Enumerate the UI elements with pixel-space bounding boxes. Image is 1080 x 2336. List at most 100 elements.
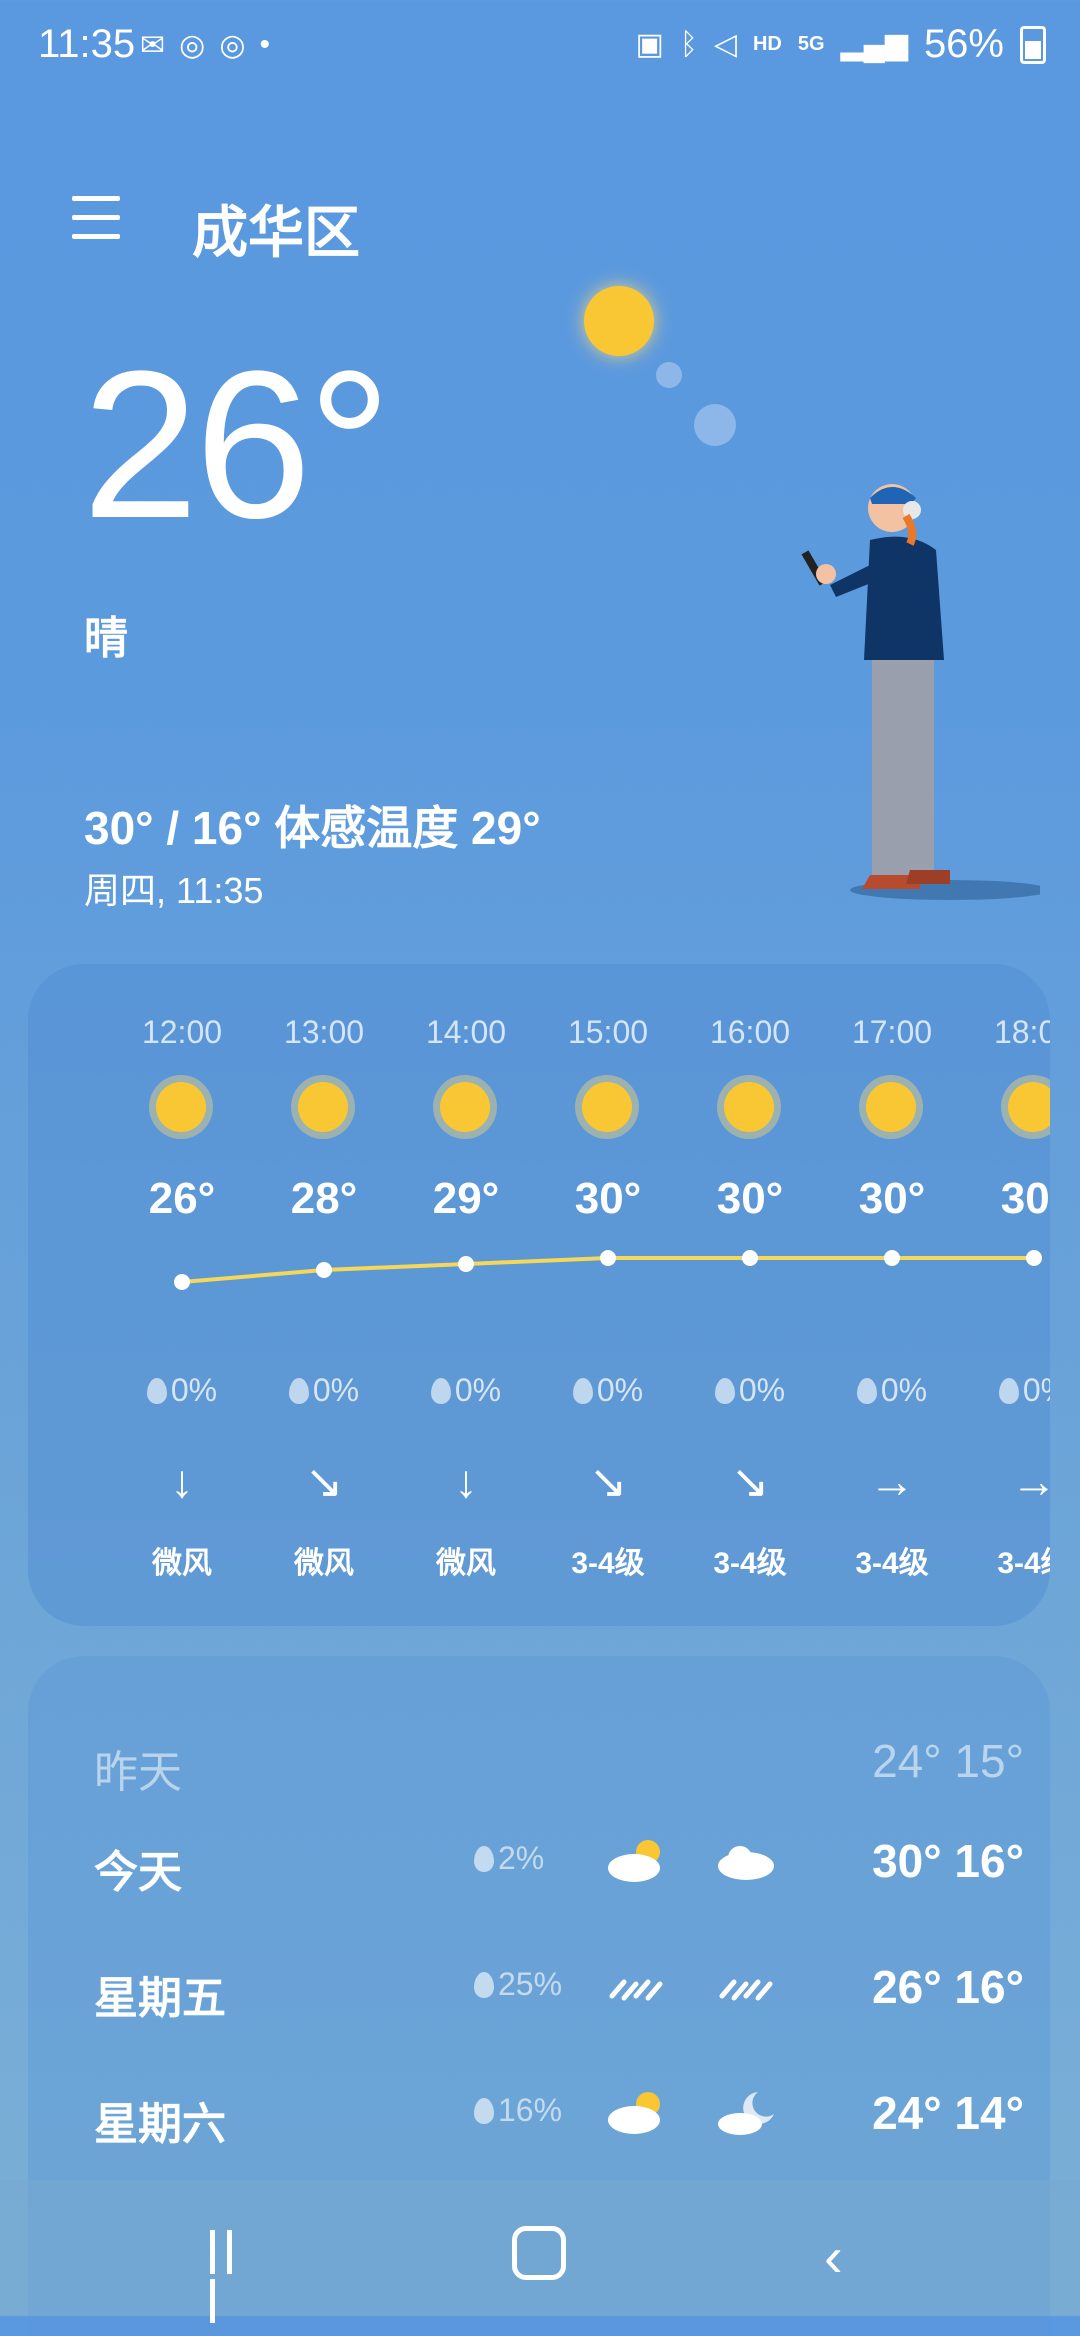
cloud-icon bbox=[718, 1846, 774, 1880]
bubble-decoration bbox=[656, 362, 682, 388]
current-datetime: 周四, 11:35 bbox=[84, 870, 264, 911]
hour-time: 13:00 bbox=[283, 1014, 365, 1050]
daily-row-today[interactable]: 今天 2% 30° 16° bbox=[94, 1816, 1024, 1906]
partly-cloudy-icon bbox=[608, 1840, 660, 1882]
hour-wind: 3-4级 bbox=[997, 1547, 1050, 1580]
system-icons: ▣ ᛒ ◁ HD 5G ▂▄▆ 56% bbox=[636, 22, 1046, 67]
day-temps: 24° 15° bbox=[872, 1735, 1024, 1787]
day-rain-chance: 2% bbox=[474, 1840, 544, 1877]
status-time: 11:35 bbox=[38, 22, 136, 66]
wind-direction-icon: ↘ bbox=[304, 1455, 344, 1507]
hour-time: 18:00 bbox=[993, 1014, 1050, 1050]
sun-icon bbox=[724, 1082, 774, 1132]
location-title[interactable]: 成华区 bbox=[192, 188, 360, 269]
hour-wind: 微风 bbox=[294, 1547, 354, 1580]
hour-wind: 3-4级 bbox=[713, 1547, 787, 1580]
navigation-bar: ‹ bbox=[0, 2180, 1080, 2323]
person-illustration bbox=[801, 484, 1040, 900]
day-rain-chance: 25% bbox=[474, 1966, 562, 2003]
temperature-trend-line bbox=[174, 1250, 1042, 1290]
hour-temperature: 28° bbox=[290, 1174, 358, 1223]
hour-wind: 微风 bbox=[152, 1547, 212, 1580]
wind-direction-icon: → bbox=[869, 1455, 915, 1507]
day-name: 星期六 bbox=[94, 2100, 226, 2149]
rain-icon bbox=[719, 1979, 773, 2001]
day-rain-chance: 16% bbox=[474, 2092, 562, 2129]
raindrop-icon bbox=[998, 1378, 1019, 1404]
daily-row-friday[interactable]: 星期五 25% 26° 16° bbox=[94, 1942, 1024, 2032]
daily-row-yesterday[interactable]: 昨天 24° 15° bbox=[94, 1716, 1024, 1806]
sun-icon bbox=[1008, 1082, 1050, 1132]
day-name: 星期五 bbox=[94, 1974, 226, 2023]
hour-rain-chance: 0% bbox=[822, 1372, 962, 1409]
menu-icon bbox=[72, 196, 120, 201]
weibo-icon: ◎ bbox=[179, 29, 206, 62]
current-temperature: 26° bbox=[82, 327, 392, 562]
status-bar: 11:35 ✉ ◎ ◎ • ▣ ᛒ ◁ HD 5G ▂▄▆ 56% bbox=[0, 0, 1080, 100]
wechat-icon: ✉ bbox=[140, 29, 166, 62]
hour-wind: 3-4级 bbox=[571, 1547, 645, 1580]
wind-direction-icon: → bbox=[1011, 1455, 1050, 1507]
notification-icons: ✉ ◎ ◎ • bbox=[140, 28, 270, 63]
hour-temperature: 26° bbox=[148, 1174, 216, 1223]
temperature-point bbox=[316, 1262, 332, 1278]
day-temps: 26° 16° bbox=[872, 1961, 1024, 2013]
temperature-point bbox=[1026, 1250, 1042, 1266]
sun-icon bbox=[866, 1082, 916, 1132]
battery-percent: 56% bbox=[923, 22, 1004, 66]
wind-direction-icon: ↓ bbox=[454, 1455, 478, 1507]
day-name: 今天 bbox=[94, 1848, 182, 1897]
hour-rain-chance: 0% bbox=[538, 1372, 678, 1409]
day-temps: 30° 16° bbox=[872, 1835, 1024, 1887]
sun-icon bbox=[156, 1082, 206, 1132]
temperature-point bbox=[884, 1250, 900, 1266]
menu-button[interactable] bbox=[72, 196, 120, 239]
current-condition: 晴 bbox=[84, 614, 128, 663]
hour-rain-chance: 0% bbox=[680, 1372, 820, 1409]
temperature-point bbox=[742, 1250, 758, 1266]
raindrop-icon bbox=[856, 1378, 877, 1404]
battery-icon bbox=[1020, 25, 1046, 64]
hourly-forecast-card[interactable]: 12:00 26° 0% ↓ 微风 13:00 28° 0% ↘ 微风 14:00 29° 0% ↓ 微风 1… bbox=[28, 964, 1050, 1626]
sun-icon bbox=[298, 1082, 348, 1132]
signal-icon: ▂▄▆ bbox=[840, 28, 908, 61]
wind-direction-icon: ↘ bbox=[730, 1455, 770, 1507]
cloudy-night-icon bbox=[718, 2092, 774, 2135]
hour-rain-chance: 0% bbox=[254, 1372, 394, 1409]
5g-icon: 5G bbox=[797, 33, 825, 55]
bubble-decoration bbox=[694, 404, 736, 446]
hour-rain-chance: 0% bbox=[964, 1372, 1050, 1409]
bluetooth-icon: ᛒ bbox=[679, 27, 698, 61]
hour-time: 14:00 bbox=[425, 1014, 507, 1050]
day-name: 昨天 bbox=[94, 1748, 182, 1797]
hour-rain-chance: 0% bbox=[396, 1372, 536, 1409]
hour-temperature: 30° bbox=[574, 1174, 642, 1223]
temperature-point bbox=[458, 1256, 474, 1272]
raindrop-icon bbox=[714, 1378, 735, 1404]
raindrop-icon bbox=[474, 1972, 494, 1998]
raindrop-icon bbox=[474, 1846, 494, 1872]
temperature-point bbox=[600, 1250, 616, 1266]
sun-illustration bbox=[584, 286, 654, 356]
temperature-point bbox=[174, 1274, 190, 1290]
sun-icon bbox=[582, 1082, 632, 1132]
hour-time: 12:00 bbox=[141, 1014, 223, 1050]
recent-apps-button[interactable] bbox=[210, 2230, 260, 2323]
raindrop-icon bbox=[430, 1378, 451, 1404]
raindrop-icon bbox=[288, 1378, 309, 1404]
back-button[interactable]: ‹ bbox=[824, 2224, 843, 2289]
hour-wind: 微风 bbox=[436, 1547, 496, 1580]
hd-icon: HD bbox=[752, 33, 782, 55]
weibo-icon: ◎ bbox=[219, 29, 246, 62]
hour-time: 16:00 bbox=[709, 1014, 791, 1050]
message-icon: ▣ bbox=[635, 28, 664, 61]
rain-icon bbox=[609, 1979, 663, 2001]
raindrop-icon bbox=[474, 2098, 494, 2124]
hour-rain-chance: 0% bbox=[112, 1372, 252, 1409]
hour-temperature: 30° bbox=[716, 1174, 784, 1223]
daily-row-saturday[interactable]: 星期六 16% 24° 14° bbox=[94, 2068, 1024, 2158]
hour-temperature: 30° bbox=[858, 1174, 926, 1223]
home-button[interactable] bbox=[512, 2226, 566, 2280]
wind-direction-icon: ↓ bbox=[170, 1455, 194, 1507]
hour-temperature: 30° bbox=[1000, 1174, 1050, 1223]
